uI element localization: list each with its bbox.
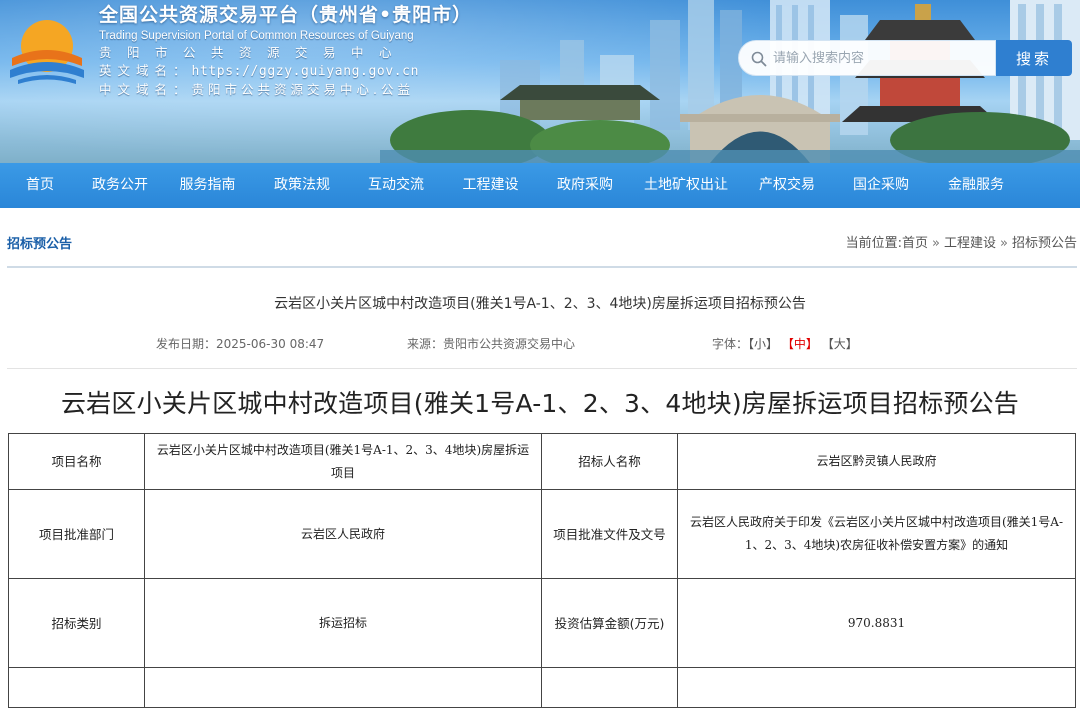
- nav-item-home[interactable]: 首页: [0, 163, 80, 208]
- chinese-domain-label: 中文域名：: [99, 82, 192, 97]
- breadcrumb-engineering[interactable]: 工程建设: [944, 236, 996, 251]
- search-box: [738, 40, 996, 76]
- publish-date: 发布日期：2025-06-30 08:47: [156, 335, 324, 352]
- nav-item-interaction[interactable]: 互动交流: [349, 163, 443, 208]
- nav-item-property-rights[interactable]: 产权交易: [740, 163, 834, 208]
- table-value-cell: 云岩区小关片区城中村改造项目(雅关1号A-1、2、3、4地块)房屋拆运项目: [144, 433, 542, 490]
- header-banner: 全国公共资源交易平台（贵州省•贵阳市） Trading Supervision …: [0, 0, 1080, 163]
- table-row: 招标类别 拆运招标 投资估算金额(万元) 970.8831: [8, 578, 1076, 668]
- font-size-medium-button[interactable]: 【中】: [782, 337, 818, 351]
- table-key-cell: 招标人名称: [541, 433, 678, 490]
- source-label: 来源：: [407, 337, 444, 351]
- table-value-cell: 970.8831: [677, 578, 1076, 668]
- font-size-label: 字体：: [712, 337, 749, 351]
- project-info-table: 项目名称 云岩区小关片区城中村改造项目(雅关1号A-1、2、3、4地块)房屋拆运…: [8, 433, 1076, 708]
- table-key-cell: 项目批准文件及文号: [541, 489, 678, 579]
- table-key-cell: 投资估算金额(万元): [541, 578, 678, 668]
- breadcrumb-current[interactable]: 招标预公告: [1012, 236, 1077, 251]
- breadcrumb: 当前位置:首页 » 工程建设 » 招标预公告: [846, 232, 1077, 251]
- table-value-cell: 拆运招标: [144, 578, 542, 668]
- search-input[interactable]: [773, 41, 988, 75]
- section-header: 招标预公告 当前位置:首页 » 工程建设 » 招标预公告: [7, 208, 1077, 268]
- table-value-cell: 云岩区人民政府: [144, 489, 542, 579]
- publish-date-label: 发布日期：: [156, 337, 217, 351]
- site-title: 全国公共资源交易平台（贵州省•贵阳市）: [99, 4, 473, 26]
- center-name: 贵阳市公共资源交易中心: [99, 45, 408, 60]
- table-key-cell: [541, 667, 678, 708]
- table-row: 项目名称 云岩区小关片区城中村改造项目(雅关1号A-1、2、3、4地块)房屋拆运…: [8, 433, 1076, 490]
- search-icon: [751, 51, 767, 67]
- nav-item-financial-services[interactable]: 金融服务: [928, 163, 1024, 208]
- publish-date-value: 2025-06-30 08:47: [216, 337, 325, 351]
- nav-item-engineering[interactable]: 工程建设: [443, 163, 538, 208]
- source-value: 贵阳市公共资源交易中心: [443, 337, 576, 351]
- banner-text-block: 全国公共资源交易平台（贵州省•贵阳市） Trading Supervision …: [99, 2, 472, 99]
- chinese-domain-value: 贵阳市公共资源交易中心.公益: [191, 82, 414, 97]
- article-source: 来源：贵阳市公共资源交易中心: [407, 335, 575, 352]
- nav-item-government-procurement[interactable]: 政府采购: [538, 163, 632, 208]
- breadcrumb-separator: »: [932, 236, 940, 251]
- table-value-cell: [144, 667, 542, 708]
- table-value-cell: 云岩区黔灵镇人民政府: [677, 433, 1076, 490]
- site-logo-icon: [10, 20, 84, 84]
- english-domain-label: 英文域名：: [99, 63, 192, 78]
- breadcrumb-prefix: 当前位置:: [845, 236, 903, 251]
- font-size-small-button[interactable]: 【小】: [748, 337, 778, 351]
- nav-item-government-affairs[interactable]: 政务公开: [80, 163, 160, 208]
- divider: [7, 368, 1077, 369]
- table-row: 项目批准部门 云岩区人民政府 项目批准文件及文号 云岩区人民政府关于印发《云岩区…: [8, 489, 1076, 579]
- nav-item-policies[interactable]: 政策法规: [255, 163, 349, 208]
- english-domain-line: 英文域名：https://ggzy.guiyang.gov.cn: [99, 62, 472, 81]
- table-key-cell: 项目批准部门: [8, 489, 145, 579]
- font-size-large-button[interactable]: 【大】: [822, 337, 858, 351]
- nav-item-service-guide[interactable]: 服务指南: [160, 163, 255, 208]
- search-button[interactable]: 搜索: [996, 40, 1072, 76]
- table-value-cell: 云岩区人民政府关于印发《云岩区小关片区城中村改造项目(雅关1号A-1、2、3、4…: [677, 489, 1076, 579]
- search-bar: 搜索: [738, 40, 1072, 76]
- table-value-cell: [677, 667, 1076, 708]
- site-title-english: Trading Supervision Portal of Common Res…: [99, 30, 414, 42]
- article-title: 云岩区小关片区城中村改造项目(雅关1号A-1、2、3、4地块)房屋拆运项目招标预…: [274, 296, 806, 312]
- chinese-domain-line: 中文域名：贵阳市公共资源交易中心.公益: [99, 81, 472, 99]
- table-key-cell: 项目名称: [8, 433, 145, 490]
- font-size-selector: 字体：【小】 【中】 【大】: [712, 335, 858, 352]
- nav-item-soe-procurement[interactable]: 国企采购: [834, 163, 928, 208]
- breadcrumb-home[interactable]: 首页: [902, 236, 928, 251]
- main-nav: 首页 政务公开 服务指南 政策法规 互动交流 工程建设 政府采购 土地矿权出让 …: [0, 163, 1080, 208]
- table-key-cell: 招标类别: [8, 578, 145, 668]
- breadcrumb-separator: »: [1000, 236, 1008, 251]
- english-domain-value: https://ggzy.guiyang.gov.cn: [191, 64, 420, 79]
- table-key-cell: [8, 667, 145, 708]
- document-title: 云岩区小关片区城中村改造项目(雅关1号A-1、2、3、4地块)房屋拆运项目招标预…: [60, 389, 1019, 418]
- section-title: 招标预公告: [7, 237, 73, 252]
- table-row: [8, 667, 1076, 708]
- nav-item-land-mining[interactable]: 土地矿权出让: [632, 163, 740, 208]
